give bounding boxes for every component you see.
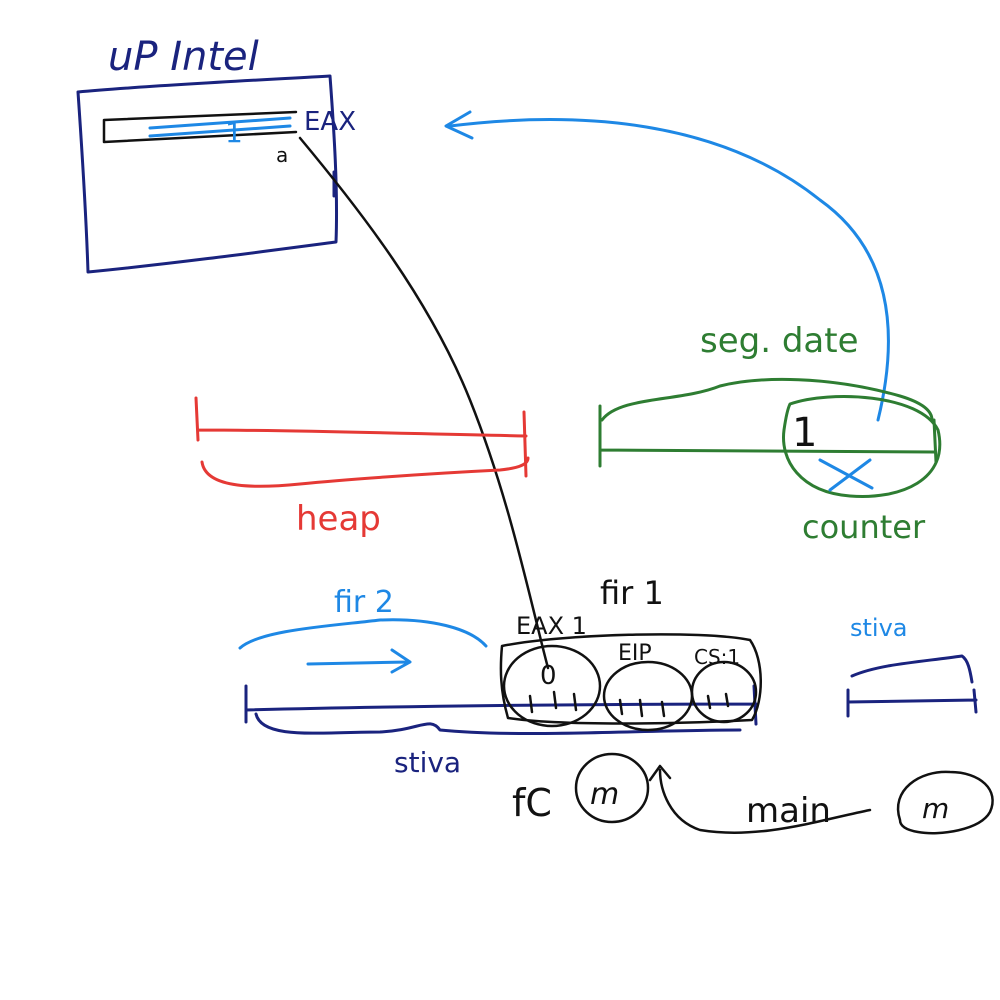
small-stack-group: stiva: [846, 614, 978, 718]
counter-label: counter: [802, 508, 926, 546]
thread1-label: fir 1: [600, 574, 664, 612]
counter-to-register-arrow: [448, 118, 890, 422]
calls-group: fC m main m: [512, 752, 994, 835]
register-pointer-mark: a: [276, 143, 288, 167]
thread2-direction-arrow: [306, 648, 412, 674]
stack-group: fir 2 fir 1 EAX 1 stiva 0 EIP CS:1: [238, 574, 762, 779]
frame1-value: 0: [540, 661, 557, 691]
heap-segment: [194, 396, 528, 478]
fc-m-label: m: [590, 777, 619, 812]
fc-label: fC: [512, 781, 552, 825]
counter-cell-x-mark: [818, 458, 874, 492]
register-value: 1: [225, 116, 243, 149]
small-stack-label: stiva: [850, 614, 908, 642]
main-m-label: m: [922, 792, 949, 825]
heap-label: heap: [296, 499, 381, 539]
cpu-group: uP Intel 1 EAX a: [76, 34, 356, 274]
frame1-reg-label: EAX 1: [516, 612, 587, 640]
frame3-label: CS:1: [694, 645, 740, 669]
diagram-canvas: uP Intel 1 EAX a heap seg. date 1 counte…: [76, 34, 994, 835]
frame2-circle: [602, 660, 694, 732]
data-segment-bar: [598, 404, 938, 468]
small-stack-brace: [850, 654, 974, 684]
thread2-label: fir 2: [334, 585, 394, 620]
cpu-title: uP Intel: [108, 34, 259, 80]
thread2-brace: [238, 618, 488, 650]
data-segment-label: seg. date: [700, 321, 859, 361]
cpu-box: [76, 74, 339, 274]
small-stack-bar: [846, 688, 978, 718]
register-name: EAX: [304, 107, 356, 137]
frame2-label: EIP: [618, 641, 652, 666]
stack-label: stiva: [394, 746, 461, 779]
frame3-circle: [690, 660, 758, 724]
counter-cell-value: 1: [792, 410, 817, 456]
heap-brace: [200, 456, 530, 488]
main-label: main: [746, 791, 831, 831]
